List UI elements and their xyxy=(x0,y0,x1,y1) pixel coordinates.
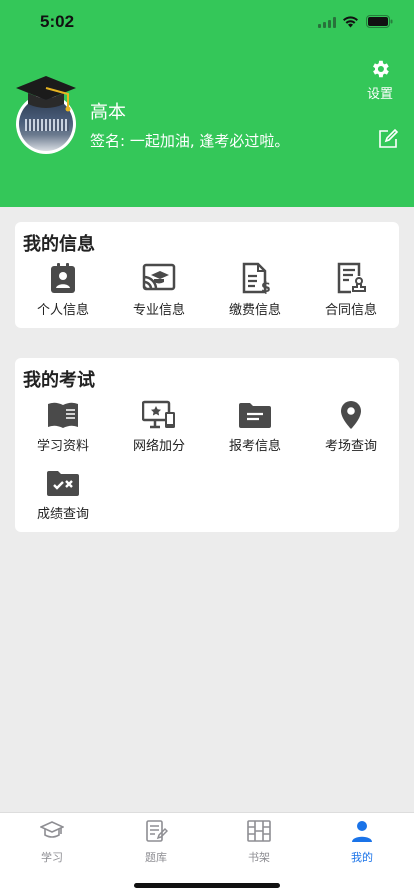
graduation-cap-icon xyxy=(40,821,64,838)
bookshelf-icon xyxy=(247,820,271,842)
score-folder-icon xyxy=(47,471,79,496)
personal-info-button[interactable]: 个人信息 xyxy=(15,262,111,318)
score-query-button[interactable]: 成绩查询 xyxy=(15,468,111,522)
cellular-signal-icon xyxy=(318,17,336,28)
tab-bookshelf-label: 书架 xyxy=(248,851,270,864)
gear-icon xyxy=(373,60,389,78)
location-pin-icon xyxy=(341,401,361,429)
contract-info-button[interactable]: 合同信息 xyxy=(303,262,399,318)
study-materials-label: 学习资料 xyxy=(36,439,89,454)
my-exam-card: 我的考试 学习资料 网络加分 报考信息 考场查询 成绩查询 xyxy=(15,358,399,532)
contact-card-icon xyxy=(51,263,75,293)
score-query-label: 成绩查询 xyxy=(36,507,89,522)
tab-study[interactable]: 学习 xyxy=(0,819,104,865)
folder-icon xyxy=(239,403,271,428)
online-devices-icon xyxy=(142,400,175,429)
question-bank-icon xyxy=(146,820,168,842)
payment-info-button[interactable]: $ 缴费信息 xyxy=(207,262,303,318)
edit-signature-icon[interactable] xyxy=(377,128,399,150)
user-name: 高本 xyxy=(90,102,126,123)
online-bonus-label: 网络加分 xyxy=(132,439,185,454)
home-indicator[interactable] xyxy=(134,883,280,888)
contract-stamp-icon xyxy=(337,262,366,294)
tab-study-label: 学习 xyxy=(41,851,63,864)
profile-header: 5:02 高本 签名: 一起加油, 逢考必过啦。 设置 xyxy=(0,0,414,207)
exam-venue-button[interactable]: 考场查询 xyxy=(303,400,399,454)
tab-mine[interactable]: 我的 xyxy=(310,819,414,865)
invoice-dollar-icon: $ xyxy=(242,262,271,294)
registration-info-label: 报考信息 xyxy=(228,439,281,454)
graduation-cap-icon xyxy=(16,76,76,112)
online-bonus-button[interactable]: 网络加分 xyxy=(111,400,207,454)
user-signature: 签名: 一起加油, 逢考必过啦。 xyxy=(90,132,290,150)
my-info-title: 我的信息 xyxy=(23,234,95,255)
battery-icon xyxy=(366,15,393,28)
major-info-button[interactable]: 专业信息 xyxy=(111,262,207,318)
wifi-icon xyxy=(343,16,358,28)
settings-label: 设置 xyxy=(366,87,393,102)
user-icon xyxy=(352,821,372,842)
major-cast-icon xyxy=(142,263,176,291)
tab-bookshelf[interactable]: 书架 xyxy=(207,819,311,865)
tab-question-bank[interactable]: 题库 xyxy=(104,819,208,865)
major-info-label: 专业信息 xyxy=(132,303,185,318)
registration-info-button[interactable]: 报考信息 xyxy=(207,400,303,454)
svg-text:$: $ xyxy=(261,280,271,294)
exam-venue-label: 考场查询 xyxy=(324,439,377,454)
personal-info-label: 个人信息 xyxy=(36,303,89,318)
settings-button[interactable]: 设置 xyxy=(360,58,400,102)
status-time: 5:02 xyxy=(40,12,75,31)
tab-question-bank-label: 题库 xyxy=(145,851,167,864)
contract-info-label: 合同信息 xyxy=(324,303,377,318)
book-icon xyxy=(48,402,78,428)
tab-mine-label: 我的 xyxy=(351,851,373,864)
my-info-card: 我的信息 个人信息 专业信息 $ 缴费信息 合同信息 xyxy=(15,222,399,328)
study-materials-button[interactable]: 学习资料 xyxy=(15,400,111,454)
my-exam-title: 我的考试 xyxy=(23,370,95,391)
status-bar: 5:02 xyxy=(0,0,414,44)
payment-info-label: 缴费信息 xyxy=(228,303,281,318)
